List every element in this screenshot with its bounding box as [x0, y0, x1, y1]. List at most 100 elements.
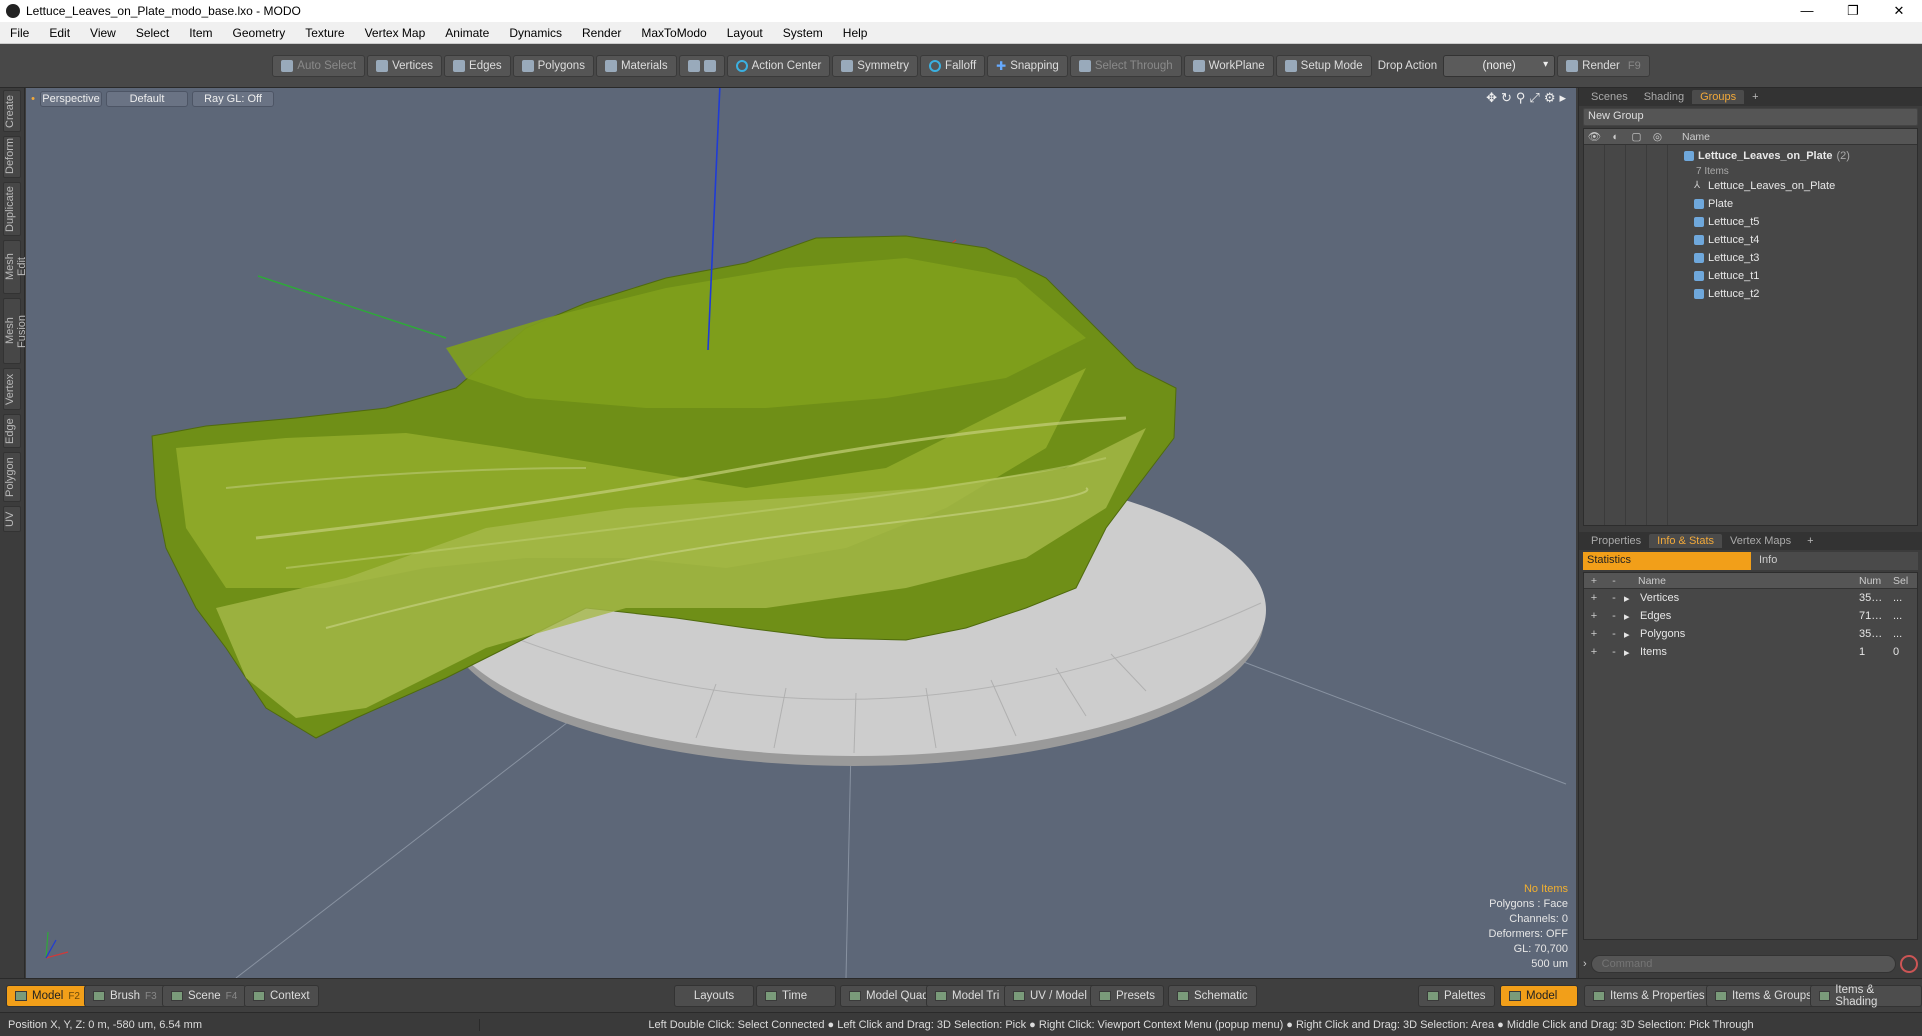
rotate-icon[interactable]: ↻: [1501, 90, 1512, 106]
close-button[interactable]: ✕: [1876, 0, 1922, 22]
polygons-button[interactable]: Polygons: [512, 54, 594, 77]
scene-layout-button[interactable]: Scene F4: [162, 985, 247, 1007]
raygl-button[interactable]: Ray GL: Off: [192, 91, 274, 107]
component-mode-button[interactable]: [678, 54, 725, 77]
menu-geometry[interactable]: Geometry: [223, 26, 296, 40]
add-tab-icon[interactable]: +: [1799, 534, 1821, 548]
tab-polygon[interactable]: Polygon: [3, 452, 21, 502]
fit-icon[interactable]: ⤢: [1529, 90, 1539, 106]
disclosure-arrow-icon[interactable]: ▸: [1624, 610, 1636, 623]
time-button[interactable]: Time: [756, 985, 836, 1007]
action-center-button[interactable]: Action Center: [726, 54, 831, 77]
palettes-button[interactable]: Palettes: [1418, 985, 1495, 1007]
stats-row-items[interactable]: + - ▸ Items 1 0: [1584, 643, 1917, 661]
model-layout-button[interactable]: Model F2: [6, 985, 89, 1007]
layouts-button[interactable]: Layouts: [674, 985, 754, 1007]
tab-shading[interactable]: Shading: [1636, 90, 1692, 104]
gear-icon[interactable]: ⚙: [1544, 90, 1556, 106]
tree-item-row[interactable]: Lettuce_t4: [1684, 231, 1917, 249]
falloff-button[interactable]: Falloff: [920, 54, 986, 77]
model-quad-button[interactable]: Model Quad: [840, 985, 938, 1007]
select-through-button[interactable]: Select Through: [1069, 54, 1182, 77]
vertices-button[interactable]: Vertices: [367, 54, 443, 77]
tab-mesh-fusion[interactable]: Mesh Fusion: [3, 298, 28, 364]
tab-edge[interactable]: Edge: [3, 414, 21, 448]
3d-viewport[interactable]: • Perspective Default Ray GL: Off ✥ ↻ ⚲ …: [26, 88, 1576, 978]
group-root-row[interactable]: Lettuce_Leaves_on_Plate (2): [1684, 147, 1917, 165]
items-shading-button[interactable]: Items & Shading: [1810, 984, 1922, 1008]
menu-texture[interactable]: Texture: [295, 26, 354, 40]
new-group-button[interactable]: New Group: [1583, 108, 1918, 126]
add-tab-icon[interactable]: +: [1744, 90, 1766, 104]
tab-statistics[interactable]: Statistics: [1583, 552, 1751, 570]
uv-model-button[interactable]: UV / Model: [1004, 985, 1096, 1007]
tree-item-row[interactable]: Plate: [1684, 195, 1917, 213]
tab-duplicate[interactable]: Duplicate: [3, 182, 21, 236]
model-right-button[interactable]: Model: [1500, 985, 1578, 1007]
tab-properties[interactable]: Properties: [1583, 534, 1649, 548]
menu-item[interactable]: Item: [179, 26, 222, 40]
menu-maxtomodo[interactable]: MaxToModo: [631, 26, 716, 40]
pan-icon[interactable]: ✥: [1486, 90, 1497, 106]
tab-info[interactable]: Info: [1751, 552, 1918, 570]
disclosure-arrow-icon[interactable]: ▸: [1624, 592, 1636, 605]
drop-action-select[interactable]: (none): [1443, 54, 1556, 77]
minimize-button[interactable]: —: [1784, 0, 1830, 22]
tab-vertex[interactable]: Vertex: [3, 368, 21, 410]
tree-item-row[interactable]: Lettuce_t5: [1684, 213, 1917, 231]
menu-view[interactable]: View: [80, 26, 126, 40]
menu-edit[interactable]: Edit: [39, 26, 80, 40]
maximize-button[interactable]: ❐: [1830, 0, 1876, 22]
stats-row-edges[interactable]: + - ▸ Edges 71…...: [1584, 607, 1917, 625]
collapse-icon[interactable]: -: [1604, 610, 1624, 622]
snapping-button[interactable]: ✚ Snapping: [987, 54, 1068, 77]
collapse-icon[interactable]: -: [1604, 592, 1624, 604]
viewport-menu-dot-icon[interactable]: •: [28, 91, 38, 107]
expand-icon[interactable]: +: [1584, 610, 1604, 622]
expand-icon[interactable]: +: [1584, 646, 1604, 658]
disclosure-arrow-icon[interactable]: ▸: [1624, 646, 1636, 659]
stats-row-polygons[interactable]: + - ▸ Polygons 35…...: [1584, 625, 1917, 643]
setup-mode-button[interactable]: Setup Mode: [1275, 54, 1372, 77]
disclosure-arrow-icon[interactable]: ▸: [1624, 628, 1636, 641]
tree-item-row[interactable]: Lettuce_t3: [1684, 249, 1917, 267]
tab-create[interactable]: Create: [3, 90, 21, 132]
tab-scenes[interactable]: Scenes: [1583, 90, 1636, 104]
auto-select-button[interactable]: Auto Select: [272, 54, 366, 77]
menu-system[interactable]: System: [773, 26, 833, 40]
view-mode-button[interactable]: Perspective: [40, 91, 102, 107]
collapse-icon[interactable]: -: [1604, 646, 1624, 658]
tab-vertex-maps[interactable]: Vertex Maps: [1722, 534, 1799, 548]
command-stop-icon[interactable]: [1900, 955, 1918, 973]
tree-item-row[interactable]: ⅄ Lettuce_Leaves_on_Plate: [1684, 177, 1917, 195]
tab-mesh-edit[interactable]: Mesh Edit: [3, 240, 28, 294]
materials-button[interactable]: Materials: [595, 54, 677, 77]
menu-select[interactable]: Select: [126, 26, 179, 40]
expand-icon[interactable]: +: [1584, 592, 1604, 604]
render-button[interactable]: Render F9: [1557, 54, 1650, 77]
brush-layout-button[interactable]: Brush F3: [84, 985, 166, 1007]
menu-animate[interactable]: Animate: [435, 26, 499, 40]
menu-layout[interactable]: Layout: [717, 26, 773, 40]
collapse-icon[interactable]: -: [1604, 628, 1624, 640]
edges-button[interactable]: Edges: [444, 54, 511, 77]
workplane-button[interactable]: WorkPlane: [1183, 54, 1274, 77]
tree-item-row[interactable]: Lettuce_t1: [1684, 267, 1917, 285]
stats-row-vertices[interactable]: + - ▸ Vertices 35…...: [1584, 589, 1917, 607]
tab-uv[interactable]: UV: [3, 506, 21, 532]
tab-info-stats[interactable]: Info & Stats: [1649, 534, 1723, 548]
context-layout-button[interactable]: Context: [244, 985, 319, 1007]
shading-mode-button[interactable]: Default: [106, 91, 188, 107]
command-input[interactable]: [1590, 955, 1896, 973]
symmetry-button[interactable]: Symmetry: [832, 54, 919, 77]
presets-button[interactable]: Presets: [1090, 985, 1164, 1007]
menu-render[interactable]: Render: [572, 26, 631, 40]
schematic-button[interactable]: Schematic: [1168, 985, 1257, 1007]
tab-groups[interactable]: Groups: [1692, 90, 1745, 104]
menu-vertex-map[interactable]: Vertex Map: [355, 26, 436, 40]
tab-deform[interactable]: Deform: [3, 136, 21, 178]
model-tri-button[interactable]: Model Tri: [926, 985, 1009, 1007]
menu-file[interactable]: File: [0, 26, 39, 40]
items-properties-button[interactable]: Items & Properties: [1584, 985, 1714, 1007]
tree-item-row[interactable]: Lettuce_t2: [1684, 285, 1917, 303]
